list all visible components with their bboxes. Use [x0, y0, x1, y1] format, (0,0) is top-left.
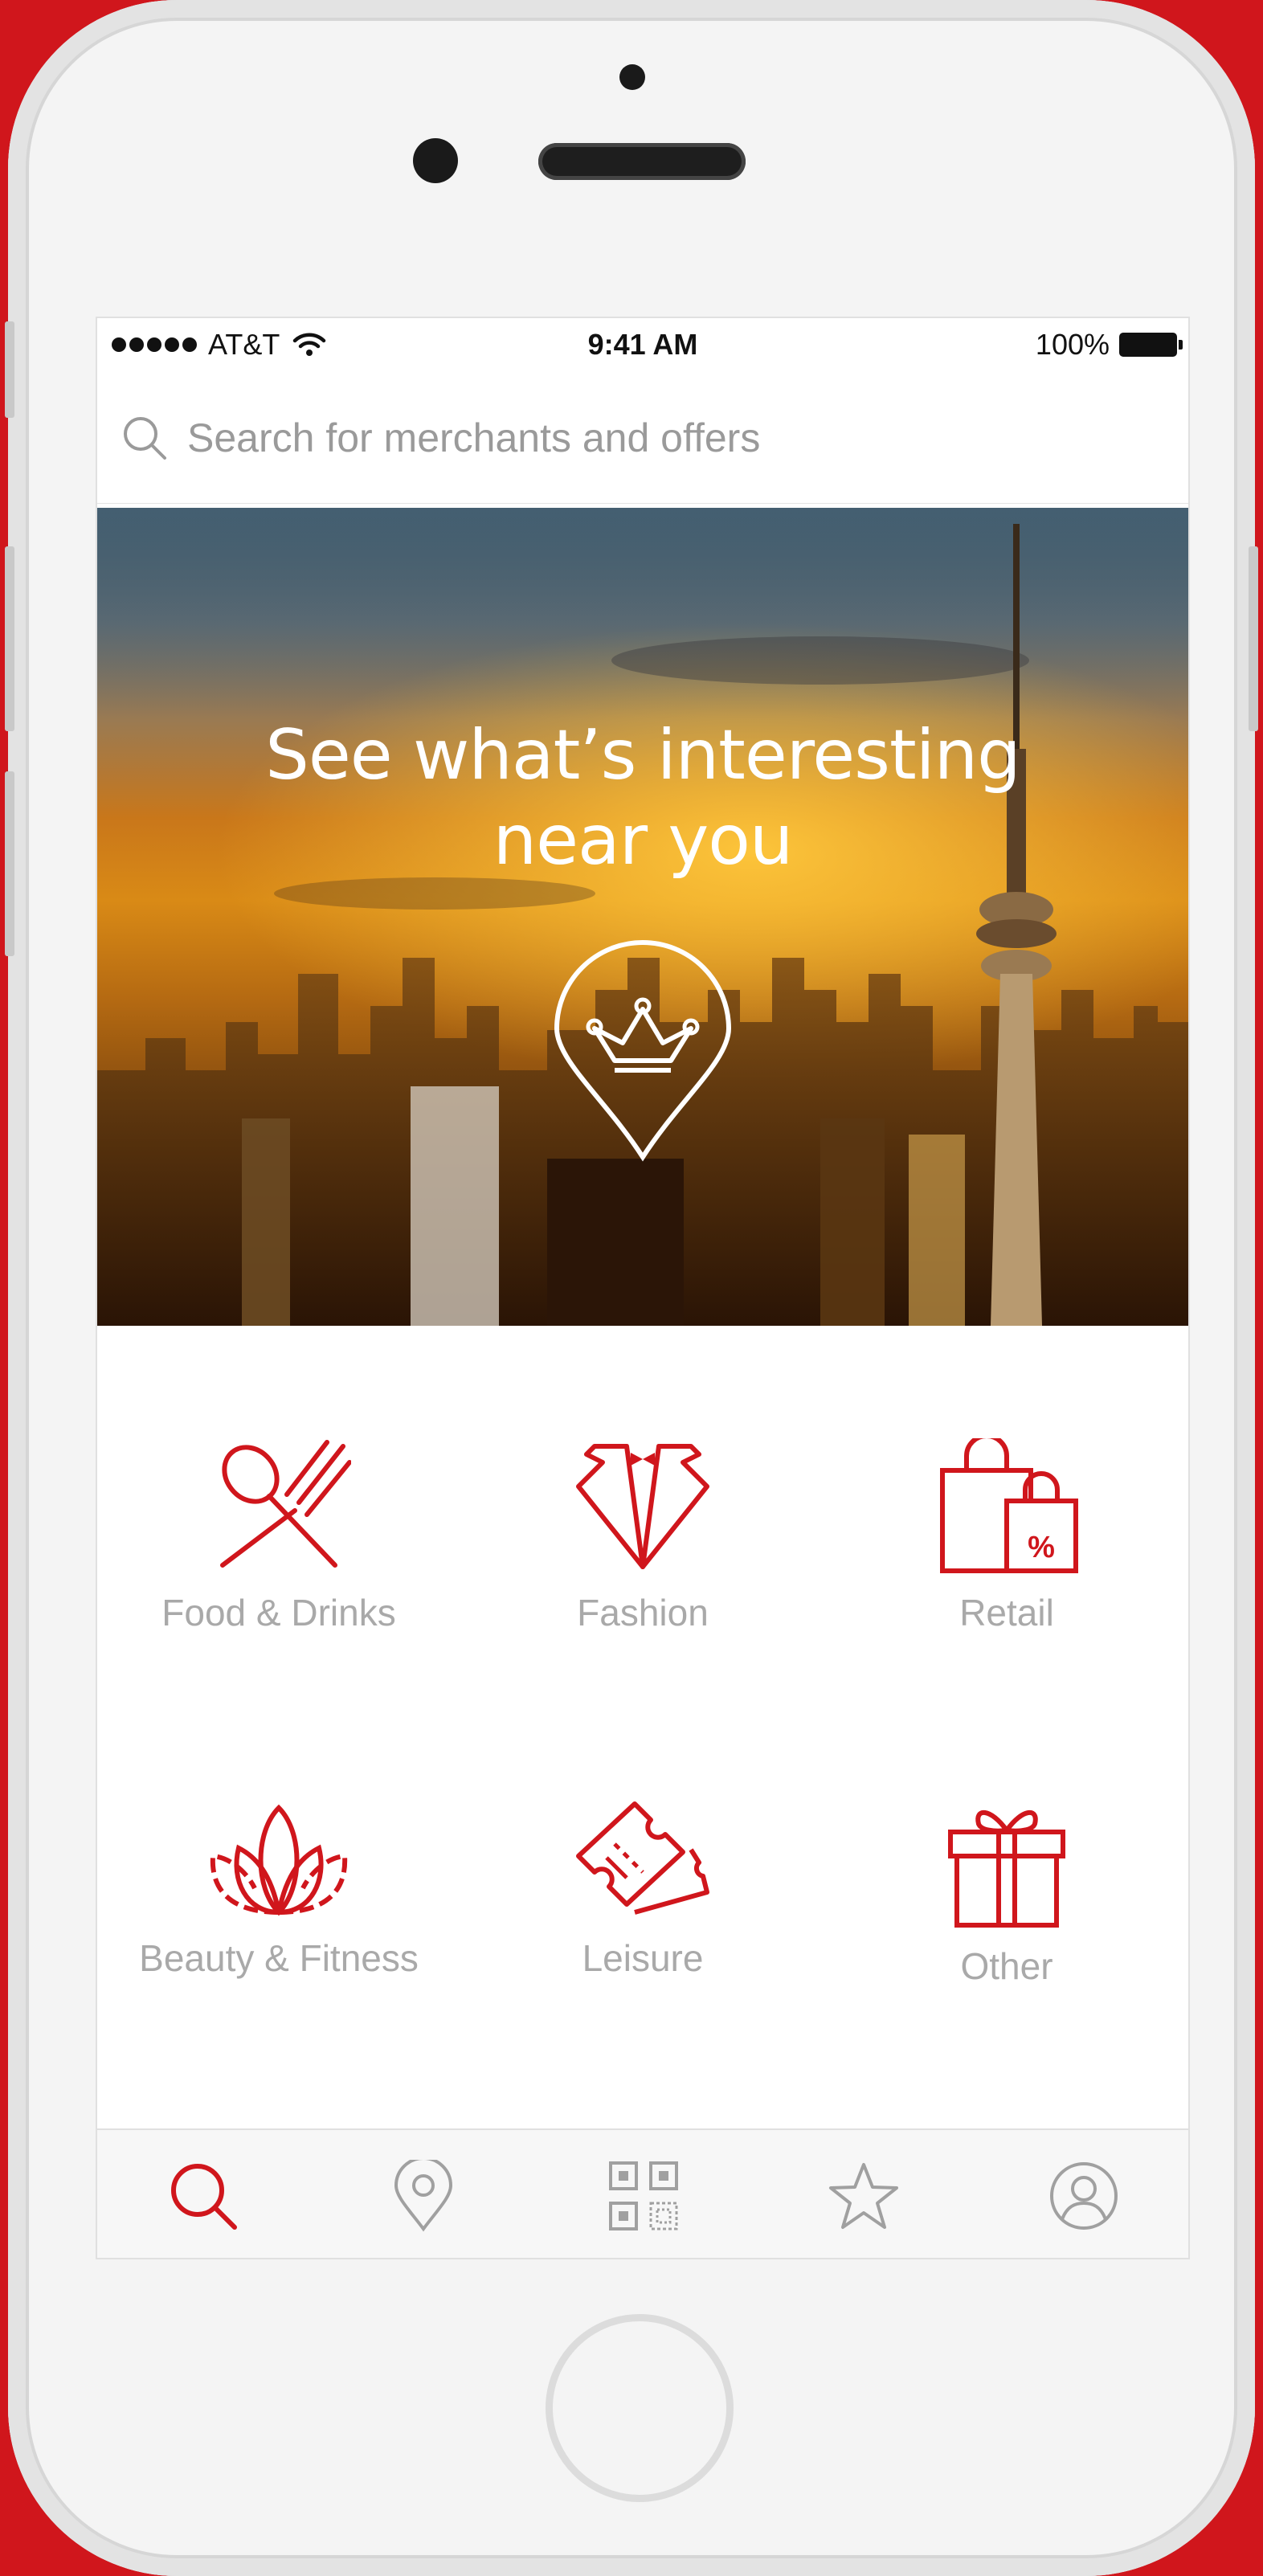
status-time: 9:41 AM: [587, 328, 698, 361]
location-pin-icon: [394, 2160, 453, 2232]
status-bar: AT&T 9:41 AM 100%: [97, 318, 1188, 373]
hero-title-line2: near you: [493, 800, 794, 881]
tab-profile[interactable]: [1044, 2156, 1124, 2236]
front-camera: [413, 138, 458, 183]
category-label: Beauty & Fitness: [139, 1937, 419, 1979]
power-button: [1249, 546, 1258, 731]
lotus-icon: [210, 1804, 348, 1916]
mute-switch: [5, 321, 14, 418]
battery-icon: [1119, 333, 1183, 357]
tab-search[interactable]: [163, 2156, 243, 2236]
category-label: Food & Drinks: [161, 1592, 396, 1634]
city-skyline-image: [97, 508, 1188, 1326]
search-icon: [124, 417, 166, 460]
hero-title-line1: See what’s interesting: [265, 715, 1020, 795]
fork-spoon-icon: [220, 1440, 351, 1568]
category-label: Fashion: [577, 1592, 709, 1634]
hero-title: See what’s interesting near you: [97, 713, 1188, 883]
search-input[interactable]: [186, 414, 1073, 462]
category-other[interactable]: Other: [825, 1800, 1188, 1988]
category-label: Other: [960, 1945, 1053, 1987]
bottom-tab-bar: [97, 2128, 1188, 2258]
hero-banner: See what’s interesting near you: [97, 508, 1188, 1326]
search-bar[interactable]: [97, 373, 1188, 504]
volume-up-button: [5, 546, 14, 731]
svg-text:%: %: [1028, 1531, 1055, 1564]
category-retail[interactable]: % Retail: [825, 1438, 1188, 1634]
earpiece-speaker: [538, 143, 746, 180]
category-label: Retail: [959, 1592, 1054, 1634]
home-button[interactable]: [546, 2314, 734, 2502]
tab-nearby[interactable]: [383, 2156, 464, 2236]
proximity-sensor: [619, 64, 645, 90]
tab-favorites[interactable]: [824, 2156, 904, 2236]
category-fashion[interactable]: Fashion: [461, 1438, 824, 1634]
phone-frame: AT&T 9:41 AM 100% Search for merchants a…: [5, 0, 1258, 2576]
tuxedo-icon: [576, 1444, 709, 1569]
star-icon: [829, 2163, 898, 2229]
battery-percent: 100%: [1035, 328, 1110, 361]
category-food-drinks[interactable]: Food & Drinks: [97, 1438, 460, 1634]
category-grid: Food & Drinks Fashion % Retail Beauty & …: [97, 1326, 1188, 2113]
category-label: Leisure: [582, 1937, 704, 1979]
category-leisure[interactable]: Leisure: [461, 1800, 824, 1980]
tickets-icon: [576, 1801, 709, 1915]
volume-down-button: [5, 771, 14, 956]
search-icon: [171, 2164, 237, 2230]
user-icon: [1050, 2162, 1118, 2230]
qr-code-icon: [609, 2161, 678, 2230]
shopping-bags-icon: %: [940, 1438, 1078, 1573]
tab-scan[interactable]: [603, 2156, 684, 2236]
crown-location-pin-icon[interactable]: [550, 940, 735, 1165]
category-beauty-fitness[interactable]: Beauty & Fitness: [97, 1800, 460, 1980]
app-screen: AT&T 9:41 AM 100% Search for merchants a…: [97, 318, 1188, 2258]
gift-icon: [948, 1809, 1065, 1928]
status-right: 100%: [1035, 328, 1183, 362]
